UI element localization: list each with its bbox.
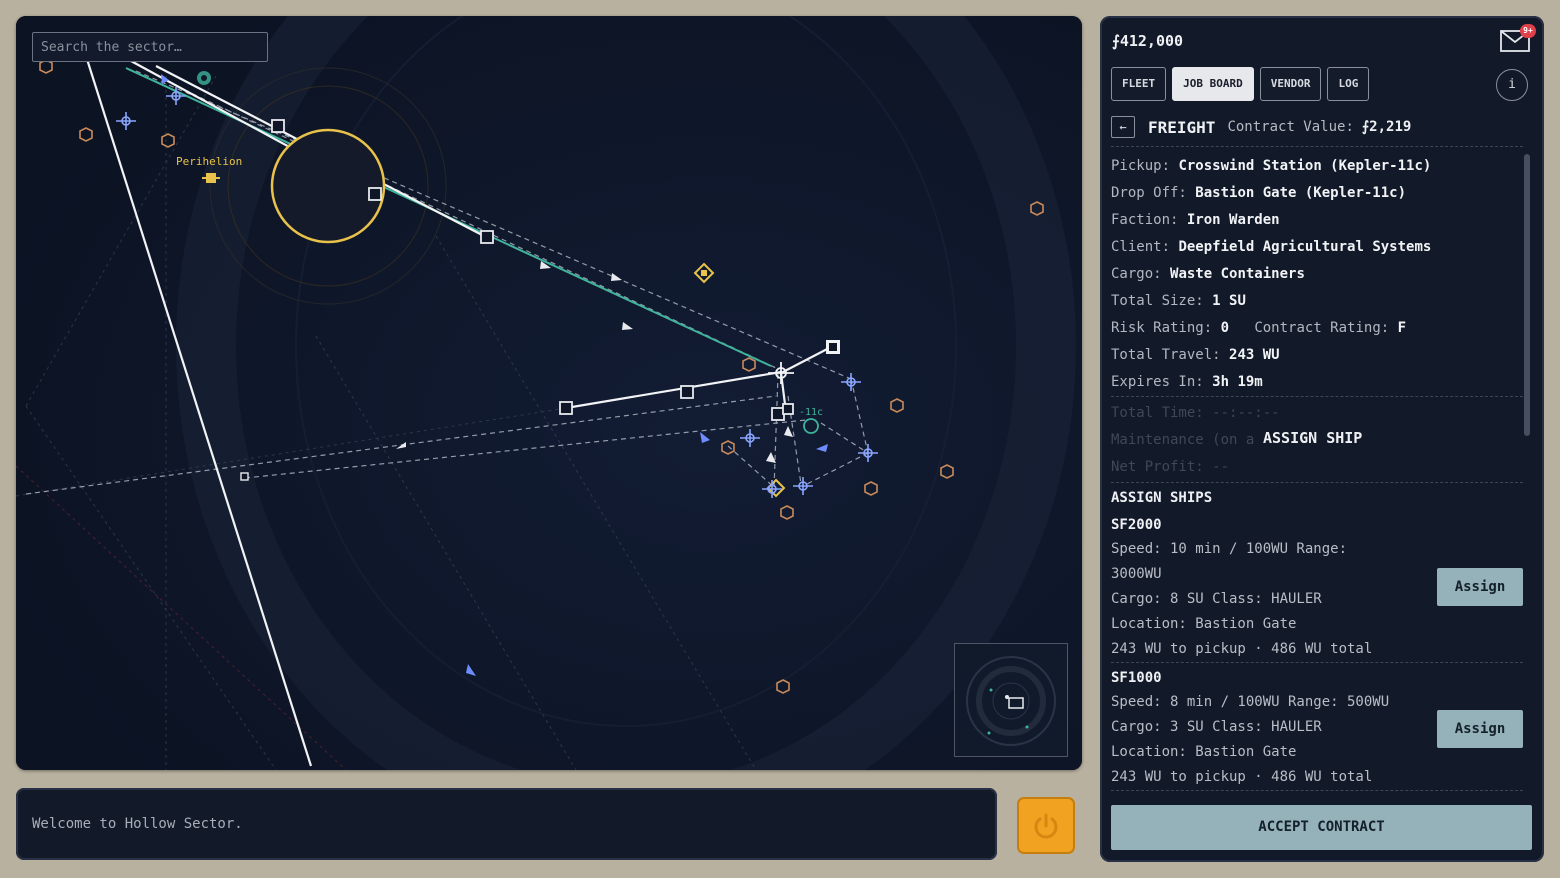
star-perihelion[interactable] — [270, 128, 386, 244]
accept-contract-button[interactable]: ACCEPT CONTRACT — [1111, 805, 1532, 850]
ship-distance: 243 WU to pickup · 486 WU total — [1111, 641, 1373, 657]
detail-row-cargo: Cargo: Waste Containers — [1111, 266, 1305, 282]
detail-row-dropoff: Drop Off: Bastion Gate (Kepler-11c) — [1111, 185, 1407, 201]
divider — [1111, 662, 1523, 663]
mail-badge: 9+ — [1520, 24, 1536, 38]
detail-row-pickup: Pickup: Crosswind Station (Kepler-11c) — [1111, 158, 1432, 174]
contract-kind: FREIGHT — [1148, 117, 1216, 137]
tab-job-board[interactable]: JOB BOARD — [1172, 67, 1254, 101]
divider — [1111, 146, 1523, 147]
ship-location: Location: Bastion Gate — [1111, 616, 1297, 632]
message-console: Welcome to Hollow Sector. — [16, 788, 997, 860]
info-button[interactable]: i — [1496, 69, 1528, 101]
sector-map[interactable]: Perihelion -11c Search the sector… — [16, 16, 1082, 770]
details-scrollbar[interactable] — [1524, 154, 1530, 436]
ship-speed: Speed: 10 min / 100WU Range: — [1111, 541, 1348, 557]
console-message: Welcome to Hollow Sector. — [32, 816, 243, 832]
ship-name: SF1000 — [1111, 670, 1162, 686]
ship-distance: 243 WU to pickup · 486 WU total — [1111, 769, 1373, 785]
detail-row-expires: Expires In: 3h 19m — [1111, 374, 1263, 390]
map-canvas[interactable]: Perihelion -11c — [16, 16, 1082, 770]
star-label: Perihelion — [176, 155, 242, 168]
tab-log[interactable]: LOG — [1327, 67, 1370, 101]
faded-row-maintenance: Maintenance (on a — [1111, 432, 1255, 448]
detail-row-travel: Total Travel: 243 WU — [1111, 347, 1280, 363]
ship-name: SF2000 — [1111, 517, 1162, 533]
assign-ship-heading: ASSIGN SHIP — [1261, 429, 1365, 447]
detail-row-size: Total Size: 1 SU — [1111, 293, 1246, 309]
faded-row-profit: Net Profit: -- — [1111, 459, 1230, 475]
tab-vendor[interactable]: VENDOR — [1259, 67, 1322, 101]
contract-details: Pickup: Crosswind Station (Kepler-11c) D… — [1111, 153, 1431, 396]
minimap-viewport[interactable] — [1008, 697, 1024, 709]
divider — [1111, 482, 1523, 483]
contract-header: ← FREIGHT Contract Value: ⨍2,219 — [1111, 116, 1411, 138]
detail-row-client: Client: Deepfield Agricultural Systems — [1111, 239, 1432, 255]
power-button[interactable] — [1017, 797, 1075, 854]
credits-balance: ⨍412,000 — [1112, 32, 1184, 50]
tab-bar: FLEET JOB BOARD VENDOR LOG — [1111, 67, 1370, 101]
faded-details: Total Time: --:--:-- Maintenance (on a N… — [1111, 400, 1280, 481]
divider — [1111, 396, 1523, 397]
detail-row-faction: Faction: Iron Warden — [1111, 212, 1280, 228]
contract-value-label: Contract Value: — [1227, 119, 1354, 135]
assign-button-sf1000[interactable]: Assign — [1437, 710, 1523, 748]
job-board-panel: ⨍412,000 9+ FLEET JOB BOARD VENDOR LOG i… — [1100, 16, 1544, 862]
contract-value: ⨍2,219 — [1361, 119, 1412, 135]
sector-search-input[interactable] — [32, 32, 268, 62]
assign-ships-title: ASSIGN SHIPS — [1111, 490, 1213, 506]
assign-button-sf2000[interactable]: Assign — [1437, 568, 1523, 606]
detail-row-ratings: Risk Rating: 0 Contract Rating: F — [1111, 320, 1407, 336]
divider — [1111, 790, 1523, 791]
minimap[interactable] — [954, 643, 1068, 757]
back-button[interactable]: ← — [1111, 116, 1135, 138]
planet-label: -11c — [799, 407, 823, 418]
power-icon — [1034, 813, 1058, 838]
faded-row-time: Total Time: --:--:-- — [1111, 405, 1280, 421]
tab-fleet[interactable]: FLEET — [1111, 67, 1167, 101]
